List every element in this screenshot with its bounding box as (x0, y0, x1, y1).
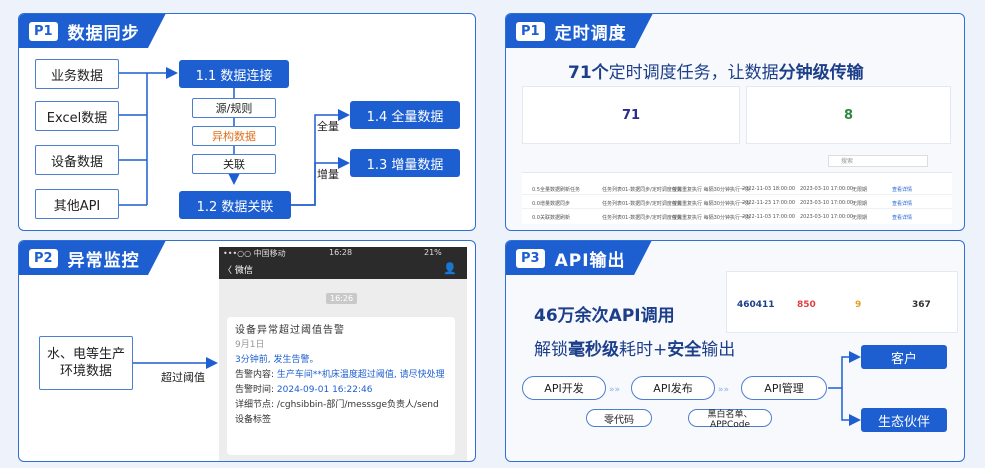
panel-data-sync: P1 数据同步 业务数据 Excel数据 设备数据 其他API 1.1 数据连接… (18, 13, 476, 231)
full-data-box: 1.4 全量数据 (350, 101, 460, 129)
task-path: 任务列表01-数据同步/定时调度任务 (602, 215, 682, 221)
task-expire: 无限期 (852, 187, 868, 193)
table-row[interactable]: 0.0增量数据同步 任务列表01-数据同步/定时调度任务 按需重复执行 每隔30… (522, 197, 952, 209)
battery: 21% (424, 248, 442, 257)
task-schedule: 按需重复执行 每隔30分钟执行一次 (672, 201, 750, 207)
stat-total-value: 71 (621, 107, 641, 123)
threshold-label: 超过阈值 (161, 371, 205, 384)
panel-badge: P1 (516, 21, 545, 41)
task-schedule: 按需重复执行 每隔30分钟执行一次 (672, 187, 750, 193)
stat-card-active: 8 (746, 86, 951, 144)
api-publish: API发布 (631, 376, 715, 400)
clock: 16:28 (329, 248, 353, 257)
incremental-label: 增量 (317, 168, 339, 181)
task-name: 0.5全量数据刷新任务 (532, 187, 580, 193)
full-label: 全量 (317, 120, 339, 133)
task-start: 2022-11-03 17:00:00 (742, 214, 796, 220)
back-button[interactable]: 〈 微信 (223, 263, 253, 276)
step-relate: 关联 (192, 154, 276, 174)
stat-card-total: 71 (522, 86, 740, 144)
panel-api-output: P3 API输出 460411 850 9 367 46万余次API调用 解锁毫… (505, 240, 965, 462)
svg-text:»»: »» (718, 385, 729, 395)
panel-scheduling: P1 定时调度 71个定时调度任务，让数据分钟级传输 71 8 搜索 0.5全量… (505, 13, 965, 231)
alert-detail: 详细节点: /cghsibbin-部门/messsge负责人/send设备标签 (235, 398, 447, 428)
time-label: 告警时间: (235, 385, 277, 395)
task-detail-link[interactable]: 查看详情 (892, 186, 912, 193)
table-row[interactable]: 0.5全量数据刷新任务 任务列表01-数据同步/定时调度任务 按需重复执行 每隔… (522, 183, 952, 195)
panel-anomaly-monitoring: P2 异常监控 水、电等生产 环境数据 超过阈值 •••○○ 中国移动 16:2… (18, 240, 476, 462)
svg-text:»»: »» (609, 385, 620, 395)
task-path: 任务列表01-数据同步/定时调度任务 (602, 201, 682, 207)
source-excel-data: Excel数据 (35, 101, 119, 131)
api-manage: API管理 (741, 376, 827, 400)
task-next: 2023-03-10 17:00:00 (800, 186, 854, 192)
alert-title: 设备异常超过阈值告警 (235, 325, 345, 336)
time-value: 2024-09-01 16:22:46 (276, 385, 373, 395)
content-label: 告警内容: (235, 370, 277, 380)
task-detail-link[interactable]: 查看详情 (892, 200, 912, 207)
task-table: 0.5全量数据刷新任务 任务列表01-数据同步/定时调度任务 按需重复执行 每隔… (522, 172, 952, 224)
data-relate-box: 1.2 数据关联 (179, 191, 291, 219)
alert-content: 告警内容: 生产车间**机床温度超过阈值, 请尽快处理 (235, 368, 447, 383)
task-name: 0.0增量数据同步 (532, 201, 570, 207)
data-connect-box: 1.1 数据连接 (179, 60, 289, 88)
task-expire: 无限期 (852, 201, 868, 207)
task-next: 2023-03-10 17:00:00 (800, 200, 854, 206)
search-box[interactable]: 搜索 (828, 155, 928, 167)
panel-title-bar: P1 定时调度 (506, 14, 653, 48)
message-time: 16:26 (326, 293, 358, 304)
alert-time: 告警时间: 2024-09-01 16:22:46 (235, 383, 447, 398)
task-detail-link[interactable]: 查看详情 (892, 214, 912, 221)
detail-label: 详细节点: (235, 400, 277, 410)
headline-strong: 分钟级传输 (778, 63, 864, 83)
profile-icon[interactable]: 👤 (443, 262, 457, 275)
stat-active-value: 8 (843, 107, 854, 123)
wechat-header: 〈 微信 👤 (219, 259, 467, 279)
content-value: 生产车间**机床温度超过阈值, 请尽快处理 (276, 370, 445, 380)
alert-date: 9月1日 (235, 340, 265, 350)
alert-line: 3分钟前, 发生告警。 (235, 355, 319, 365)
phone-screen: •••○○ 中国移动 16:28 21% 〈 微信 👤 16:26 设备异常超过… (219, 247, 467, 461)
task-expire: 无限期 (852, 215, 868, 221)
target-partner: 生态伙伴 (861, 408, 947, 432)
step-source-rule: 源/规则 (192, 98, 276, 118)
api-develop: API开发 (522, 376, 606, 400)
status-bar: •••○○ 中国移动 16:28 21% (219, 247, 467, 259)
headline-count: 71个 (568, 63, 609, 83)
task-start: 2022-11-03 18:00:00 (742, 186, 796, 192)
step-heterogeneous-data: 异构数据 (192, 126, 276, 146)
whitelist-appcode: 黑白名单、APPCode (688, 409, 772, 430)
source-business-data: 业务数据 (35, 59, 119, 89)
task-name: 0.0关联数据刷新 (532, 215, 570, 221)
headline-mid: 定时调度任务，让数据 (608, 63, 779, 83)
scheduling-headline: 71个定时调度任务，让数据分钟级传输 (568, 58, 864, 83)
panel-title: 定时调度 (554, 23, 627, 44)
zero-code: 零代码 (586, 409, 652, 427)
task-schedule: 按需重复执行 每隔30分钟执行一次 (672, 215, 750, 221)
table-row[interactable]: 0.0关联数据刷新 任务列表01-数据同步/定时调度任务 按需重复执行 每隔30… (522, 211, 952, 223)
carrier: •••○○ 中国移动 (223, 249, 286, 258)
task-next: 2023-03-10 17:00:00 (800, 214, 854, 220)
task-start: 2022-11-23 17:00:00 (742, 200, 796, 206)
source-device-data: 设备数据 (35, 145, 119, 175)
target-customer: 客户 (861, 345, 947, 369)
task-path: 任务列表01-数据同步/定时调度任务 (602, 187, 682, 193)
incremental-data-box: 1.3 增量数据 (350, 149, 460, 177)
alert-card: 设备异常超过阈值告警 9月1日 3分钟前, 发生告警。 告警内容: 生产车间**… (227, 317, 455, 455)
source-other-api: 其他API (35, 189, 119, 219)
